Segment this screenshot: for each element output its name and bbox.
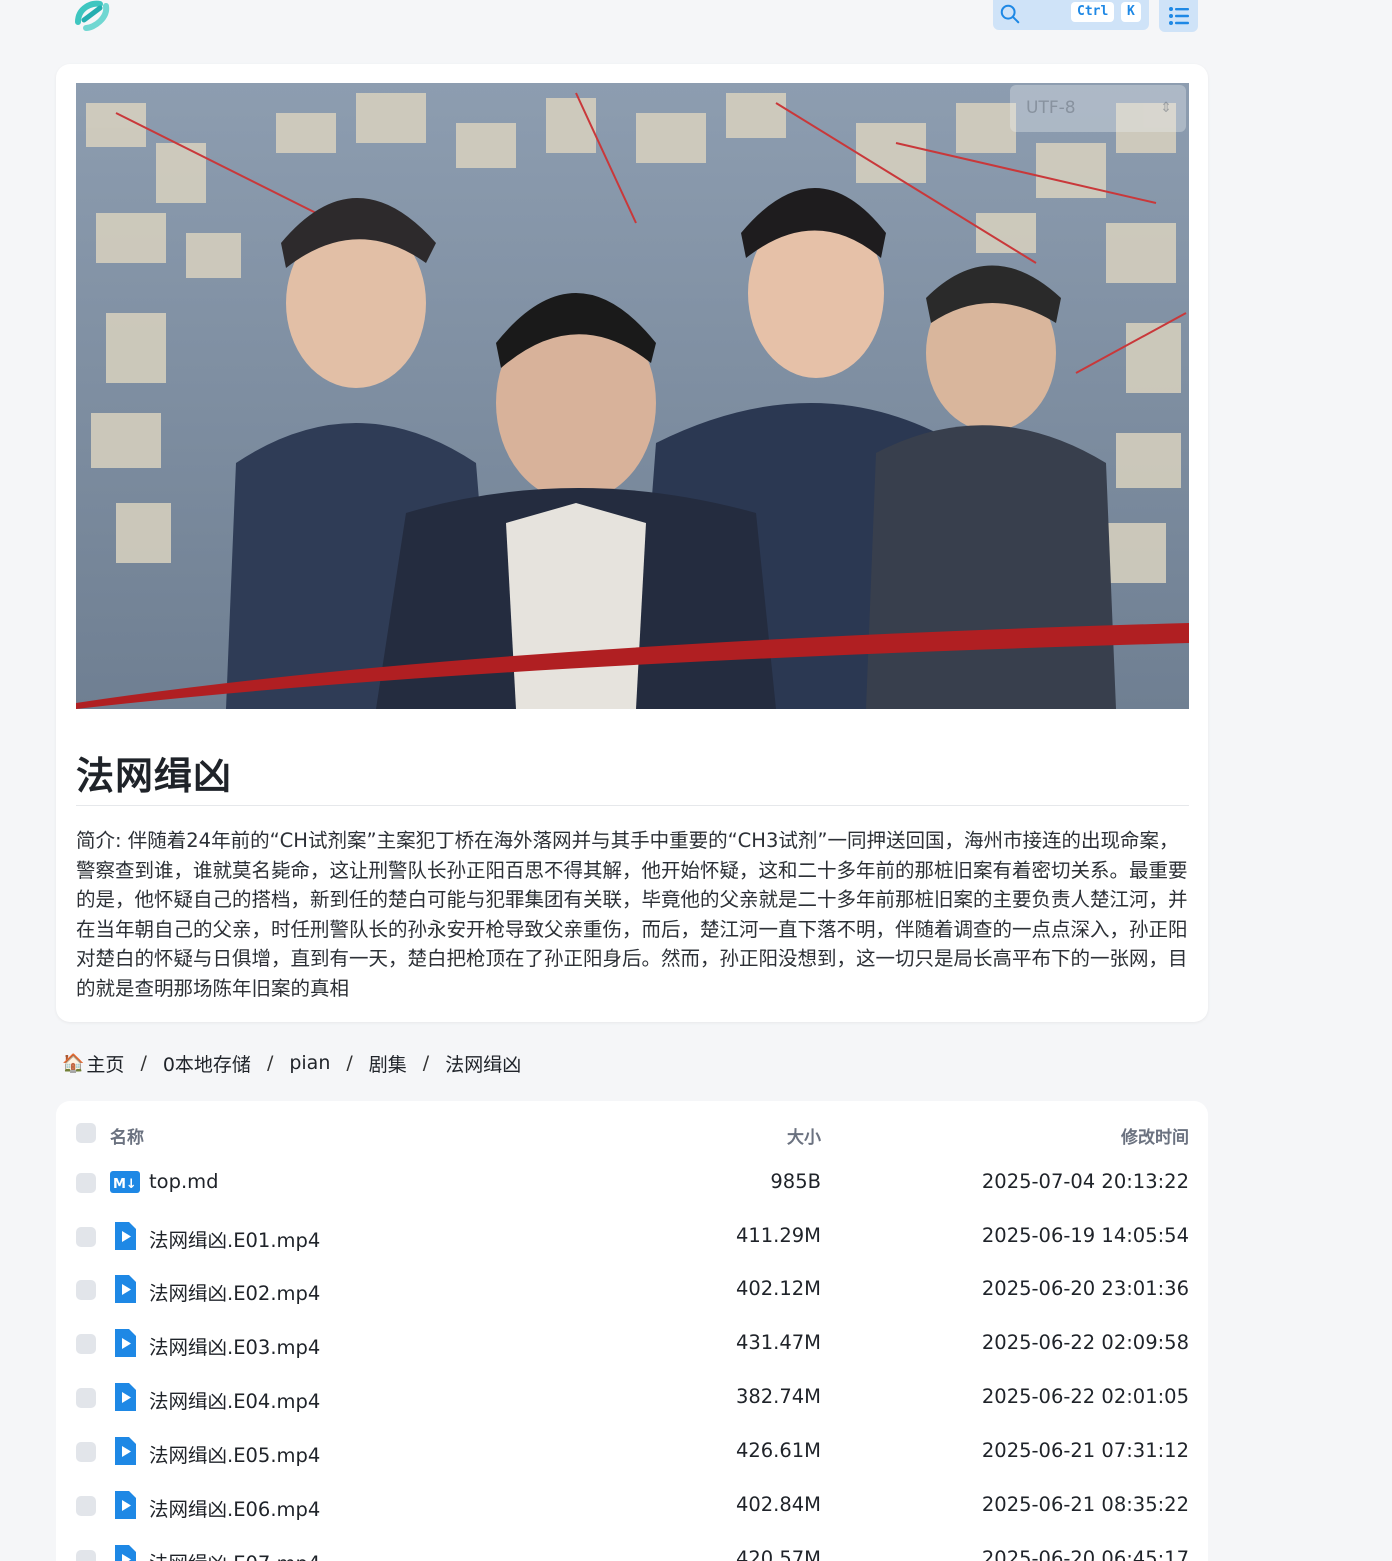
file-name: 法网缉凶.E04.mp4 bbox=[149, 1390, 321, 1413]
file-size: 420.57M bbox=[735, 1547, 821, 1561]
file-name: 法网缉凶.E02.mp4 bbox=[149, 1282, 321, 1305]
breadcrumb-separator: / bbox=[346, 1052, 353, 1074]
breadcrumb-storage[interactable]: 0本地存储 bbox=[163, 1050, 251, 1077]
row-checkbox[interactable] bbox=[76, 1173, 96, 1193]
readme-intro: 简介: 伴随着24年前的“CH试剂案”主案犯丁桥在海外落网并与其手中重要的“CH… bbox=[76, 829, 1188, 1000]
file-modified: 2025-07-04 20:13:22 bbox=[981, 1170, 1189, 1193]
file-size: 426.61M bbox=[735, 1439, 821, 1462]
list-item[interactable]: 法网缉凶.E07.mp4 420.57M 2025-06-20 06:45:17 bbox=[56, 1536, 1208, 1561]
svg-text:M↓: M↓ bbox=[113, 1177, 137, 1192]
breadcrumb-separator: / bbox=[140, 1052, 147, 1074]
shortcut-ctrl-key: Ctrl bbox=[1071, 2, 1115, 22]
list-icon bbox=[1168, 7, 1189, 25]
file-modified: 2025-06-21 08:35:22 bbox=[981, 1493, 1189, 1516]
list-item[interactable]: 法网缉凶.E03.mp4 431.47M 2025-06-22 02:09:58 bbox=[56, 1320, 1208, 1374]
row-checkbox[interactable] bbox=[76, 1280, 96, 1300]
file-modified: 2025-06-22 02:01:05 bbox=[981, 1385, 1189, 1408]
file-size: 411.29M bbox=[735, 1224, 821, 1247]
video-file-icon bbox=[115, 1383, 136, 1411]
column-size[interactable]: 大小 bbox=[787, 1123, 821, 1148]
list-header: 名称 大小 修改时间 bbox=[56, 1119, 1208, 1149]
breadcrumb-home[interactable]: 主页 bbox=[86, 1050, 124, 1077]
breadcrumb-series[interactable]: 剧集 bbox=[369, 1050, 407, 1077]
file-name: 法网缉凶.E06.mp4 bbox=[149, 1498, 321, 1521]
encoding-value: UTF-8 bbox=[1026, 98, 1076, 118]
file-modified: 2025-06-22 02:09:58 bbox=[981, 1331, 1189, 1354]
video-file-icon bbox=[115, 1275, 136, 1303]
chevron-updown-icon: ⇕ bbox=[1160, 100, 1172, 116]
select-all-checkbox[interactable] bbox=[76, 1123, 96, 1143]
row-checkbox[interactable] bbox=[76, 1388, 96, 1408]
toc-button[interactable] bbox=[1159, 0, 1198, 32]
file-size: 402.84M bbox=[735, 1493, 821, 1516]
breadcrumb-separator: / bbox=[266, 1052, 274, 1074]
video-file-icon bbox=[115, 1545, 136, 1561]
home-icon[interactable]: 🏠 bbox=[62, 1053, 84, 1074]
file-name: 法网缉凶.E05.mp4 bbox=[149, 1444, 321, 1467]
video-file-icon bbox=[115, 1222, 136, 1250]
row-checkbox[interactable] bbox=[76, 1550, 96, 1561]
video-file-icon bbox=[115, 1491, 136, 1519]
list-item[interactable]: 法网缉凶.E04.mp4 382.74M 2025-06-22 02:01:05 bbox=[56, 1374, 1208, 1428]
file-modified: 2025-06-20 23:01:36 bbox=[981, 1277, 1189, 1300]
alist-logo-icon[interactable] bbox=[70, 0, 116, 34]
breadcrumb-separator: / bbox=[422, 1052, 430, 1074]
breadcrumb-pian[interactable]: pian bbox=[289, 1052, 330, 1074]
list-item[interactable]: 法网缉凶.E06.mp4 402.84M 2025-06-21 08:35:22 bbox=[56, 1482, 1208, 1536]
list-item[interactable]: M↓ top.md 985B 2025-07-04 20:13:22 bbox=[56, 1159, 1208, 1213]
breadcrumb: 🏠 主页 / 0本地存储 / pian / 剧集 / 法网缉凶 bbox=[62, 1046, 521, 1080]
encoding-select[interactable]: UTF-8 ⇕ bbox=[1010, 85, 1186, 132]
file-list: 名称 大小 修改时间 M↓ top.md 985B 2025-07-04 20:… bbox=[56, 1101, 1208, 1561]
file-size: 382.74M bbox=[735, 1385, 821, 1408]
row-checkbox[interactable] bbox=[76, 1227, 96, 1247]
file-size: 402.12M bbox=[735, 1277, 821, 1300]
page-title: 法网缉凶 bbox=[76, 754, 233, 798]
file-modified: 2025-06-19 14:05:54 bbox=[981, 1224, 1189, 1247]
file-name: 法网缉凶.E07.mp4 bbox=[149, 1547, 320, 1561]
search-icon bbox=[1000, 4, 1020, 24]
markdown-icon: M↓ bbox=[110, 1171, 140, 1193]
column-modified[interactable]: 修改时间 bbox=[1121, 1123, 1189, 1148]
column-name[interactable]: 名称 bbox=[110, 1123, 144, 1148]
file-size: 431.47M bbox=[735, 1331, 821, 1354]
breadcrumb-current[interactable]: 法网缉凶 bbox=[445, 1050, 521, 1077]
file-name: 法网缉凶.E01.mp4 bbox=[149, 1229, 321, 1252]
file-name: 法网缉凶.E03.mp4 bbox=[149, 1336, 321, 1359]
title-divider bbox=[76, 805, 1189, 806]
shortcut-k-key: K bbox=[1121, 2, 1141, 22]
row-checkbox[interactable] bbox=[76, 1442, 96, 1462]
file-name: top.md bbox=[149, 1170, 219, 1193]
video-file-icon bbox=[115, 1437, 136, 1465]
search-button[interactable]: Ctrl K bbox=[993, 0, 1149, 30]
row-checkbox[interactable] bbox=[76, 1334, 96, 1354]
video-file-icon bbox=[115, 1329, 136, 1357]
list-item[interactable]: 法网缉凶.E01.mp4 411.29M 2025-06-19 14:05:54 bbox=[56, 1213, 1208, 1267]
row-checkbox[interactable] bbox=[76, 1496, 96, 1516]
file-size: 985B bbox=[770, 1170, 821, 1193]
list-item[interactable]: 法网缉凶.E02.mp4 402.12M 2025-06-20 23:01:36 bbox=[56, 1266, 1208, 1320]
poster-image bbox=[76, 83, 1189, 709]
file-modified: 2025-06-21 07:31:12 bbox=[981, 1439, 1189, 1462]
file-modified: 2025-06-20 06:45:17 bbox=[981, 1547, 1189, 1561]
list-item[interactable]: 法网缉凶.E05.mp4 426.61M 2025-06-21 07:31:12 bbox=[56, 1428, 1208, 1482]
